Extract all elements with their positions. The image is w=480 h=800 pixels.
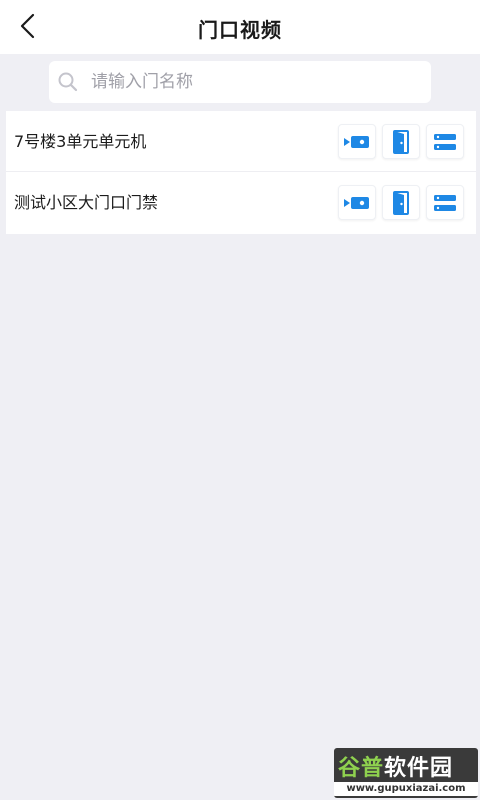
more-button[interactable]	[426, 185, 464, 220]
door-list: 7号楼3单元单元机 测试小区大门口门禁	[6, 111, 476, 234]
watermark-logo: 谷普软件园 www.gupuxiazai.com	[334, 748, 478, 798]
search-input[interactable]	[91, 72, 411, 92]
search-icon	[57, 71, 79, 93]
list-menu-icon	[434, 133, 456, 150]
page-title: 门口视频	[198, 18, 282, 42]
list-menu-icon	[434, 194, 456, 211]
door-name: 7号楼3单元单元机	[14, 132, 147, 151]
navigation-bar: 门口视频	[0, 0, 480, 54]
open-door-icon	[393, 190, 409, 215]
video-button[interactable]	[338, 185, 376, 220]
search-bar[interactable]	[49, 61, 431, 103]
more-button[interactable]	[426, 124, 464, 159]
watermark-url: www.gupuxiazai.com	[334, 782, 478, 796]
open-door-button[interactable]	[382, 185, 420, 220]
list-item: 7号楼3单元单元机	[6, 111, 476, 172]
open-door-icon	[393, 129, 409, 154]
door-name: 测试小区大门口门禁	[14, 193, 159, 212]
video-button[interactable]	[338, 124, 376, 159]
video-camera-icon	[344, 196, 369, 209]
list-item: 测试小区大门口门禁	[6, 172, 476, 234]
watermark-brand: 谷普软件园	[338, 756, 454, 781]
open-door-button[interactable]	[382, 124, 420, 159]
video-camera-icon	[344, 135, 369, 148]
